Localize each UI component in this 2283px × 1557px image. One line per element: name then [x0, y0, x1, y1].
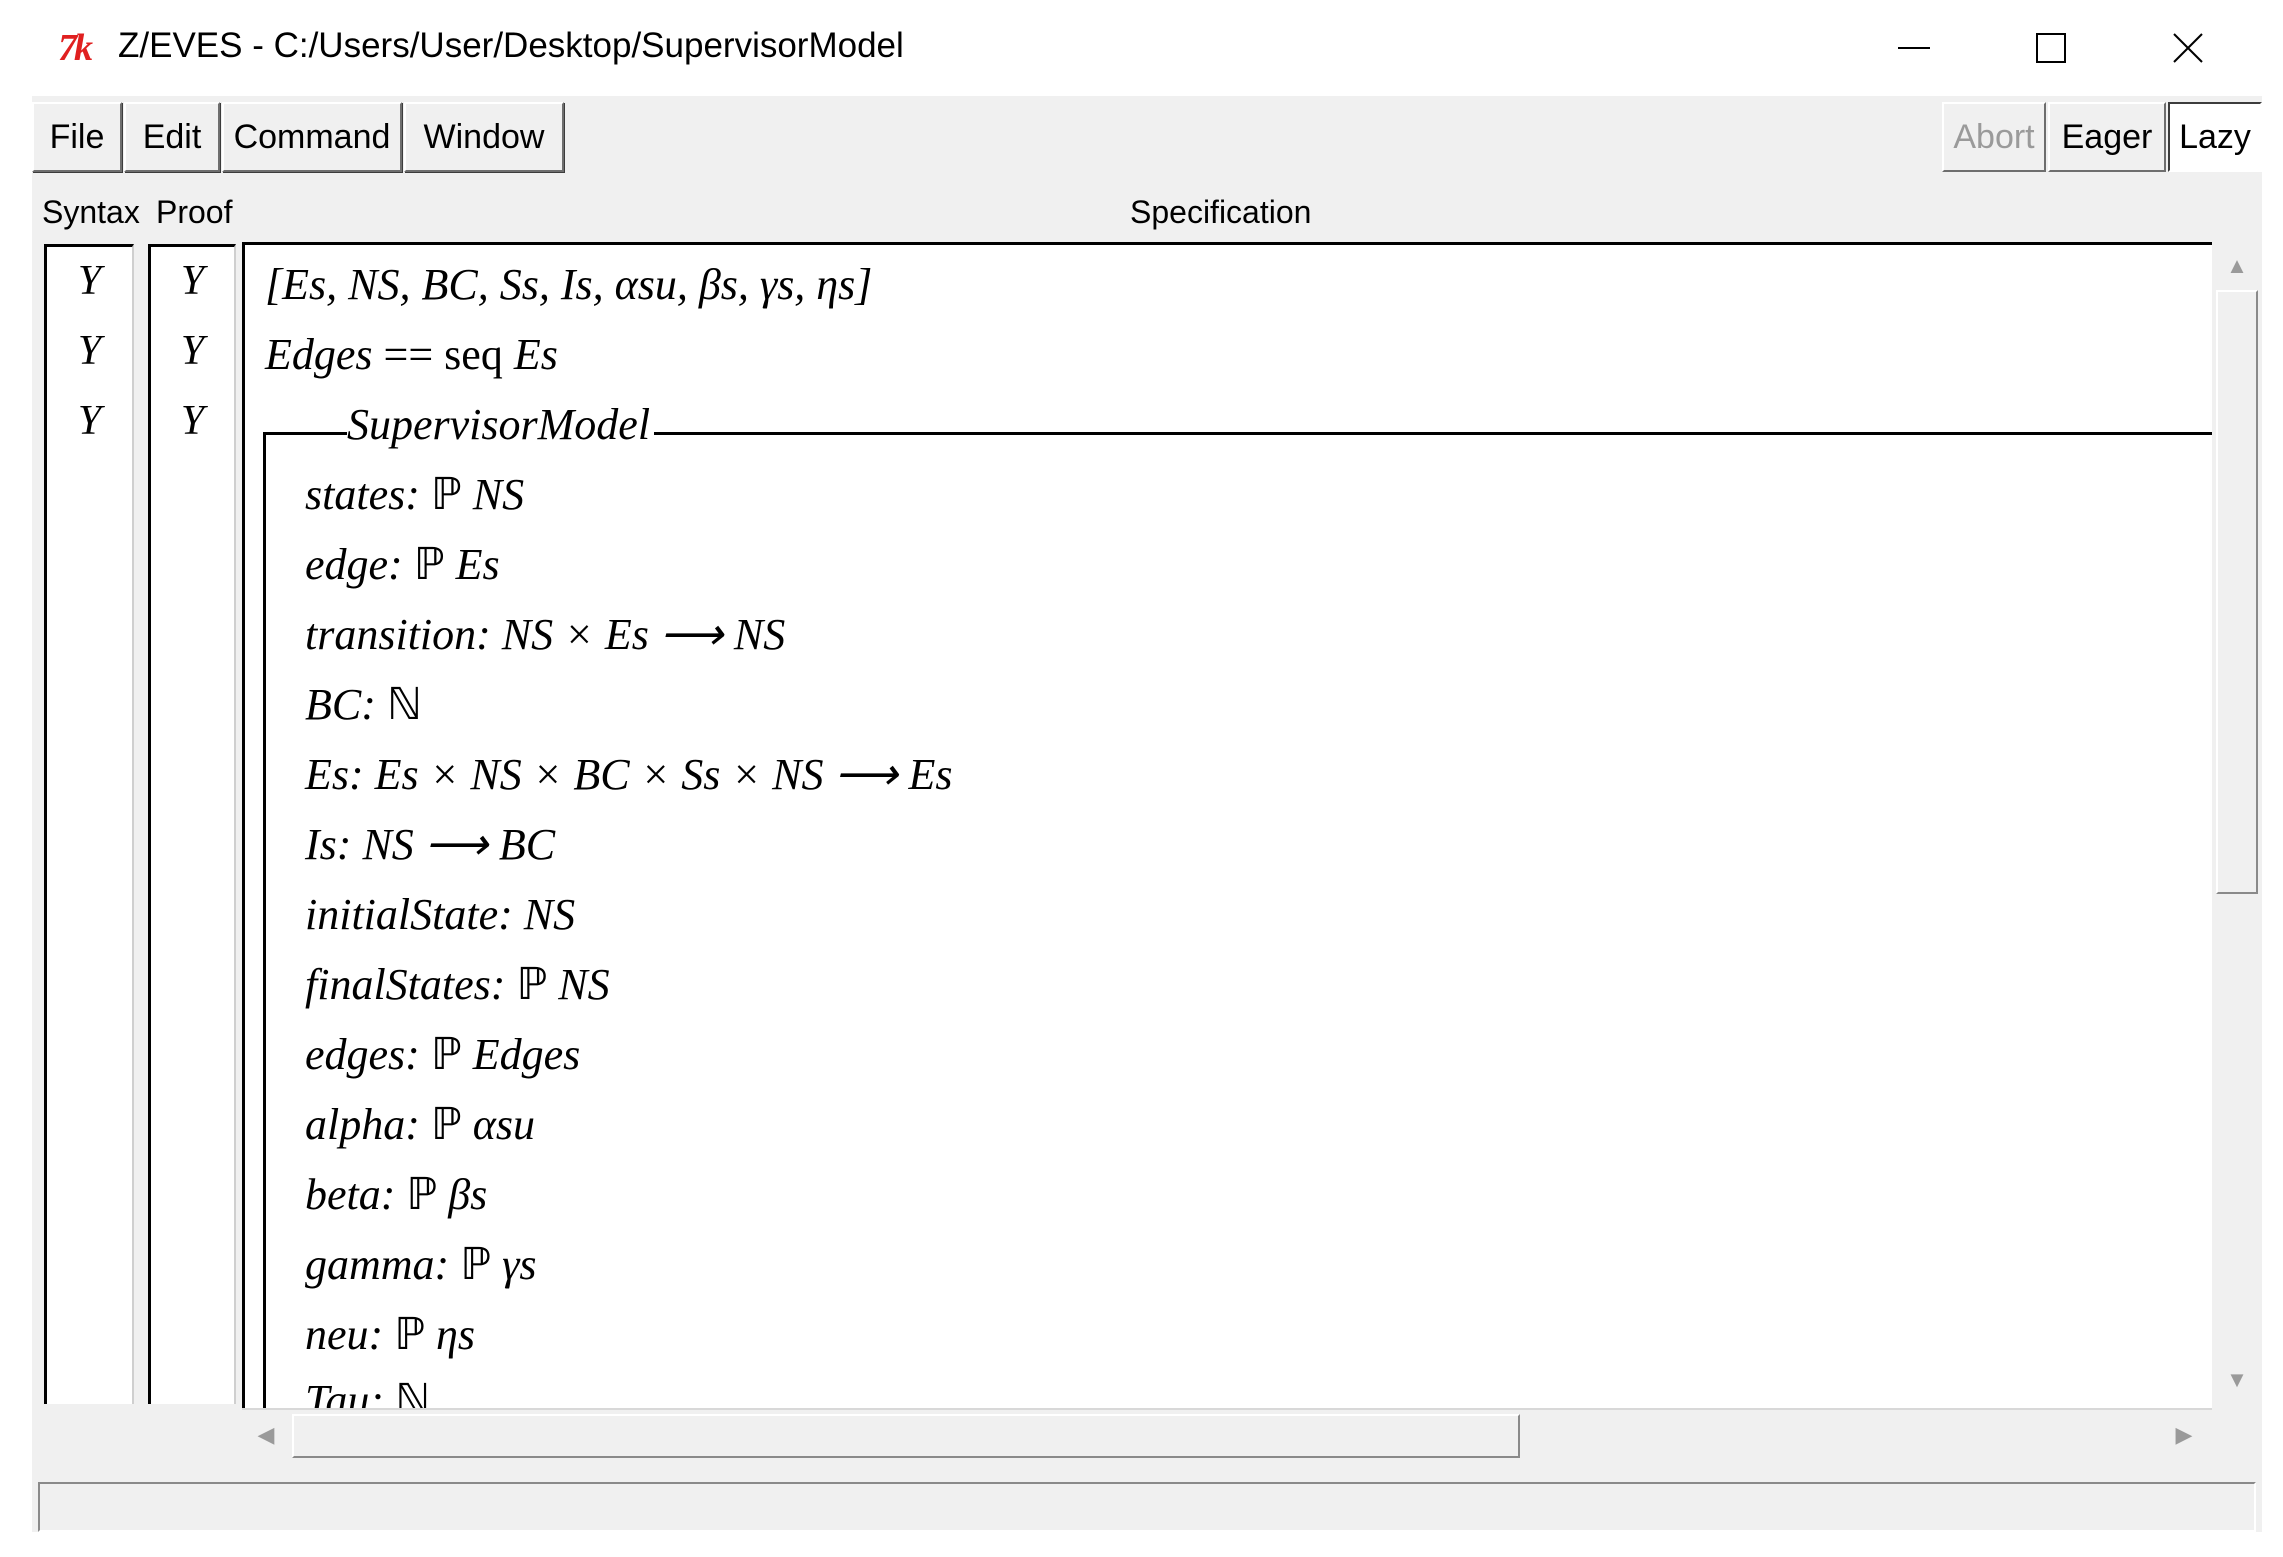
specification-pane[interactable]: [Es, NS, BC, Ss, Is, αsu, βs, γs, ηs] Ed… [242, 242, 2212, 1408]
syntax-flag: Y [77, 258, 102, 304]
arrow-left-icon: ◀ [257, 1422, 275, 1447]
schema-declaration[interactable]: finalStates: ℙ NS [305, 959, 610, 1010]
schema-declaration[interactable]: edge: ℙ Es [305, 539, 500, 590]
schema-name[interactable]: SupervisorModel [347, 399, 655, 450]
schema-declaration[interactable]: Is: NS ⟶ BC [305, 819, 555, 870]
horizontal-scrollbar[interactable]: ◀ ▶ [242, 1408, 2212, 1460]
close-icon [2173, 33, 2203, 63]
lazy-button[interactable]: Lazy [2168, 102, 2262, 172]
maximize-button[interactable] [2003, 18, 2099, 78]
app-window: File Edit Command Window Abort Eager Laz… [32, 96, 2262, 1532]
schema-declaration[interactable]: initialState: NS [305, 889, 575, 940]
menu-edit[interactable]: Edit [124, 102, 220, 172]
scroll-right-button[interactable]: ▶ [2162, 1413, 2206, 1457]
arrow-up-icon: ▲ [2226, 253, 2248, 278]
arrow-right-icon: ▶ [2175, 1422, 2193, 1447]
menu-file[interactable]: File [32, 102, 122, 172]
abbreviation-edges[interactable]: Edges == seq Es [265, 329, 558, 380]
menu-window[interactable]: Window [404, 102, 564, 172]
status-bar [38, 1482, 2256, 1532]
maximize-icon [2036, 33, 2066, 63]
schema-declaration[interactable]: Es: Es × NS × BC × Ss × NS ⟶ Es [305, 749, 953, 800]
schema-declaration[interactable]: beta: ℙ βs [305, 1169, 487, 1220]
proof-flag: Y [180, 398, 205, 444]
schema-declaration[interactable]: states: ℙ NS [305, 469, 524, 520]
vertical-scrollbar[interactable]: ▲ ▼ [2212, 244, 2262, 1404]
schema-declaration[interactable]: edges: ℙ Edges [305, 1029, 580, 1080]
close-button[interactable] [2140, 18, 2236, 78]
syntax-flag: Y [77, 328, 102, 374]
schema-declaration[interactable]: Tau: ℕ [305, 1375, 430, 1408]
proof-column-header: Proof [156, 194, 233, 230]
syntax-flag: Y [77, 398, 102, 444]
scroll-up-button[interactable]: ▲ [2215, 244, 2259, 288]
horizontal-scroll-thumb[interactable] [292, 1414, 1520, 1458]
eager-button[interactable]: Eager [2048, 102, 2166, 172]
scroll-down-button[interactable]: ▼ [2215, 1358, 2259, 1402]
schema-declaration[interactable]: transition: NS × Es ⟶ NS [305, 609, 785, 660]
proof-flag: Y [180, 328, 205, 374]
minimize-icon [1898, 47, 1930, 49]
window-title: Z/EVES - C:/Users/User/Desktop/Superviso… [118, 26, 904, 65]
schema-declaration[interactable]: gamma: ℙ γs [305, 1239, 537, 1290]
proof-column: Y Y Y [148, 244, 236, 1404]
specification-column-header: Specification [1130, 194, 1312, 230]
schema-declaration[interactable]: BC: ℕ [305, 679, 422, 730]
given-sets[interactable]: [Es, NS, BC, Ss, Is, αsu, βs, γs, ηs] [265, 259, 872, 310]
syntax-column-header: Syntax [42, 194, 140, 230]
syntax-column: Y Y Y [44, 244, 134, 1404]
title-bar: 7k Z/EVES - C:/Users/User/Desktop/Superv… [0, 0, 2283, 96]
arrow-down-icon: ▼ [2226, 1367, 2248, 1392]
abort-button[interactable]: Abort [1942, 102, 2046, 172]
schema-left-rule [263, 432, 266, 1408]
scroll-left-button[interactable]: ◀ [244, 1413, 288, 1457]
proof-flag: Y [180, 258, 205, 304]
menu-command[interactable]: Command [222, 102, 402, 172]
schema-declaration[interactable]: alpha: ℙ αsu [305, 1099, 535, 1150]
vertical-scroll-thumb[interactable] [2216, 290, 2258, 894]
app-logo-icon: 7k [58, 27, 93, 69]
minimize-button[interactable] [1866, 18, 1962, 78]
schema-declaration[interactable]: neu: ℙ ηs [305, 1309, 475, 1360]
